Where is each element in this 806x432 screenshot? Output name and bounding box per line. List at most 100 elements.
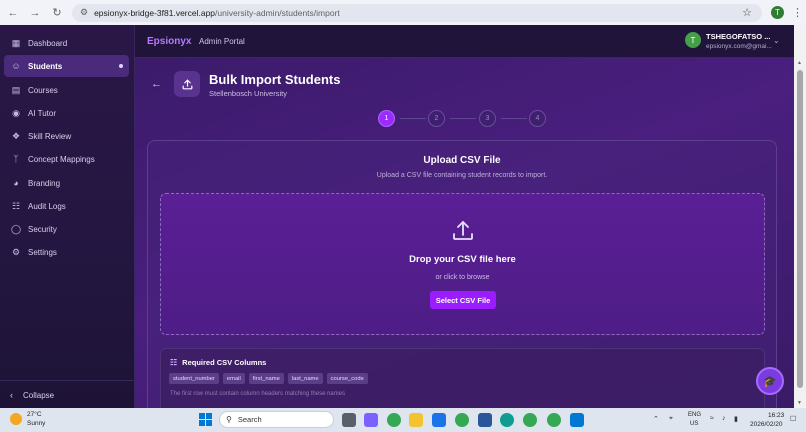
reload-icon[interactable]: ↻ [48,4,66,22]
scroll-down-icon[interactable]: ▼ [797,400,802,406]
step-2: 2 [428,110,445,127]
back-arrow-icon[interactable]: ← [4,4,22,22]
collapse-button[interactable]: ‹ Collapse [10,390,54,400]
step-connector [450,118,476,119]
sidebar-item-students[interactable]: ☺ Students [4,55,129,77]
column-chips: student_number email first_name last_nam… [169,373,372,384]
clock-date[interactable]: 2026/02/20 [750,421,783,428]
sidebar-item-ai-tutor[interactable]: ◉ AI Tutor [4,102,129,124]
network-icon[interactable]: ⌖ [669,415,673,423]
chrome-icon[interactable] [387,413,401,427]
shield-icon: ◯ [10,223,22,234]
sidebar-item-audit-logs[interactable]: ☷ Audit Logs [4,195,129,217]
column-chip: course_code [326,373,368,384]
address-bar[interactable]: ⚙ epsionyx-bridge-3f81.vercel.app/univer… [72,3,762,22]
weather-desc: Sunny [27,420,46,427]
clock-time[interactable]: 16:23 [768,412,784,419]
divider [0,380,135,381]
step-4: 4 [529,110,546,127]
sidebar-item-label: Concept Mappings [28,154,95,164]
chrome-icon[interactable] [455,413,469,427]
language-code[interactable]: ENG [688,412,701,418]
task-view-icon[interactable] [342,413,356,427]
forward-arrow-icon[interactable]: → [26,4,44,22]
copilot-icon[interactable] [364,413,378,427]
step-3: 3 [479,110,496,127]
battery-icon[interactable]: ▮ [734,415,738,423]
required-columns-title: Required CSV Columns [182,358,267,367]
upload-card: Upload CSV File Upload a CSV file contai… [147,140,777,408]
page-scrollbar[interactable]: ▲ ▼ [794,58,806,408]
upload-icon [451,219,475,243]
chrome-icon[interactable] [523,413,537,427]
stepper: 1 2 3 4 [378,110,548,128]
sidebar-item-skill-review[interactable]: ❖ Skill Review [4,125,129,147]
folder-icon[interactable] [409,413,423,427]
sidebar: ▦ Dashboard ☺ Students ▤ Courses ◉ AI Tu… [0,25,135,408]
column-chip: student_number [169,373,219,384]
chevron-down-icon[interactable]: ⌄ [773,36,780,45]
sun-icon[interactable] [10,413,22,425]
file-icon: ☷ [170,358,178,367]
browser-profile-avatar[interactable]: T [771,6,784,19]
sidebar-item-security[interactable]: ◯ Security [4,218,129,240]
graduation-cap-icon[interactable]: 🎓 [756,367,784,395]
browser-menu-icon[interactable]: ⋮ [792,6,803,19]
volume-icon[interactable]: ♪ [722,415,726,422]
word-icon[interactable] [478,413,492,427]
brand-logo[interactable]: Epsionyx [147,36,191,47]
active-indicator [119,64,123,68]
sidebar-item-courses[interactable]: ▤ Courses [4,79,129,101]
vscode-icon[interactable] [570,413,584,427]
book-icon: ▤ [11,84,21,95]
sidebar-item-branding[interactable]: ◕ Branding [4,172,129,194]
required-columns-panel: ☷ Required CSV Columns student_number em… [160,348,765,408]
scrollbar-thumb[interactable] [797,70,803,388]
collapse-label: Collapse [23,390,55,400]
user-name[interactable]: TSHEGOFATSO ... [706,32,770,41]
column-chip: last_name [287,373,323,384]
sidebar-item-settings[interactable]: ⚙ Settings [4,241,129,263]
sidebar-item-label: Branding [28,178,61,188]
sidebar-item-label: Audit Logs [28,201,66,211]
search-label: Search [237,415,262,424]
user-email: epsionyx.com@gmai... [706,43,772,50]
upload-icon [174,71,200,97]
scrollbar-gutter [794,25,806,58]
column-chip: first_name [248,373,284,384]
sidebar-item-label: Courses [28,85,58,95]
search-icon: ⚲ [226,415,232,424]
store-icon[interactable] [432,413,446,427]
chevron-up-icon[interactable]: ⌃ [653,415,659,423]
chrome-icon[interactable] [547,413,561,427]
step-connector [501,118,527,119]
required-columns-heading: ☷ Required CSV Columns [170,358,266,367]
wifi-icon[interactable]: ≈ [710,415,714,422]
chevron-left-icon: ‹ [10,390,13,400]
users-icon: ☺ [11,61,21,71]
dropzone-subtitle: or click to browse [435,274,490,281]
bookmark-star-icon[interactable]: ☆ [742,6,752,19]
sidebar-item-dashboard[interactable]: ▦ Dashboard [4,32,129,54]
tutor-icon: ◉ [12,107,20,118]
sidebar-item-label: Settings [28,247,57,257]
url-path: /university-admin/students/import [215,7,340,18]
palette-icon: ◕ [13,178,19,188]
windows-start-icon[interactable] [199,413,212,426]
site-info-icon[interactable]: ⚙ [80,7,88,18]
edge-icon[interactable] [500,413,514,427]
dropzone-title: Drop your CSV file here [409,254,516,265]
csv-dropzone[interactable]: Drop your CSV file here or click to brow… [160,193,765,335]
scroll-up-icon[interactable]: ▲ [797,60,802,66]
taskbar-search[interactable]: ⚲ Search [219,411,334,428]
sidebar-item-label: Security [28,224,57,234]
notification-icon[interactable]: ☐ [790,415,796,423]
user-avatar[interactable]: T [685,32,701,48]
back-arrow-icon[interactable]: ← [151,78,162,90]
sidebar-item-concept-mappings[interactable]: ᛉ Concept Mappings [4,148,129,170]
upload-subtitle: Upload a CSV file containing student rec… [376,172,548,179]
browser-toolbar: ← → ↻ ⚙ epsionyx-bridge-3f81.vercel.app /… [0,0,806,25]
select-csv-button[interactable]: Select CSV File [430,291,496,309]
step-connector [400,118,426,119]
page-title: Bulk Import Students [209,72,341,87]
